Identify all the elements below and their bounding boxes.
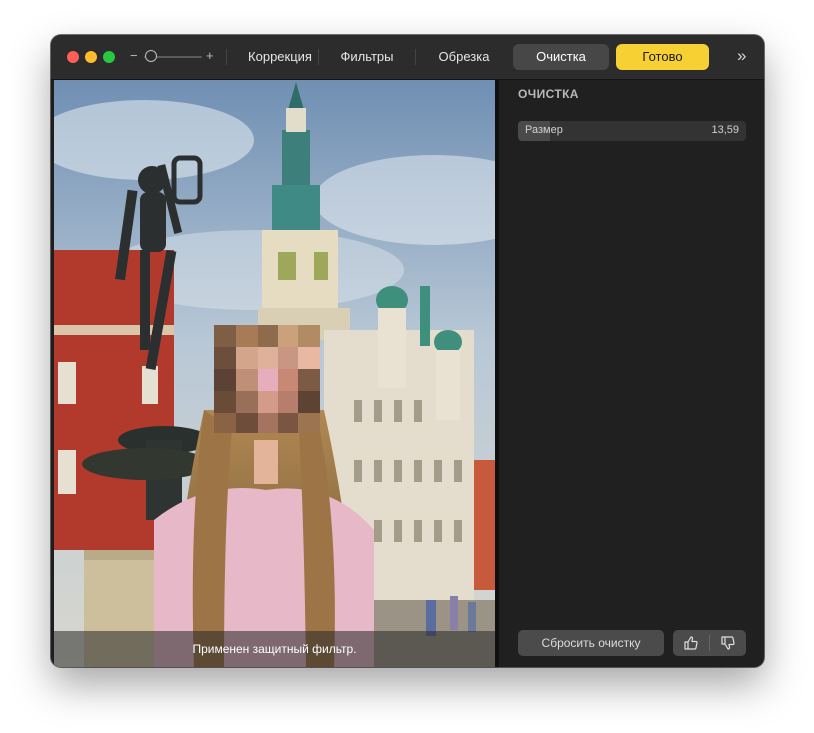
zoom-window-button[interactable]: [103, 51, 115, 63]
size-label: Размер: [525, 124, 563, 136]
done-button[interactable]: Готово: [616, 44, 709, 70]
thumbs-up-icon: [684, 636, 698, 650]
panel-title: ОЧИСТКА: [518, 87, 579, 101]
cleanup-panel: ОЧИСТКА Размер 13,59 Сбросить очистку: [499, 80, 764, 667]
tab-cleanup[interactable]: Очистка: [513, 44, 609, 70]
feedback-buttons: [673, 630, 746, 656]
size-value: 13,59: [711, 124, 739, 136]
toolbar-separator: [226, 49, 227, 65]
thumbs-down-button[interactable]: [710, 630, 746, 656]
double-chevron-right-icon[interactable]: »: [737, 47, 746, 65]
close-window-button[interactable]: [67, 51, 79, 63]
size-slider[interactable]: Размер 13,59: [518, 121, 746, 141]
photo-image: [54, 80, 495, 667]
thumbs-down-icon: [721, 636, 735, 650]
minimize-window-button[interactable]: [85, 51, 97, 63]
reset-cleanup-button[interactable]: Сбросить очистку: [518, 630, 664, 656]
thumbs-up-button[interactable]: [673, 630, 709, 656]
zoom-slider-knob[interactable]: [144, 50, 157, 62]
zoom-in-icon[interactable]: +: [206, 48, 214, 63]
photos-edit-window: − + Коррекция Фильтры Обрезка Очистка Го…: [51, 35, 764, 667]
toolbar: − + Коррекция Фильтры Обрезка Очистка Го…: [51, 35, 764, 80]
status-caption: Применен защитный фильтр.: [54, 631, 495, 667]
tab-adjust[interactable]: Коррекция: [230, 44, 330, 70]
tab-filters[interactable]: Фильтры: [317, 44, 417, 70]
zoom-out-icon[interactable]: −: [130, 48, 138, 63]
tab-crop[interactable]: Обрезка: [414, 44, 514, 70]
photo-canvas[interactable]: Применен защитный фильтр.: [54, 80, 495, 667]
